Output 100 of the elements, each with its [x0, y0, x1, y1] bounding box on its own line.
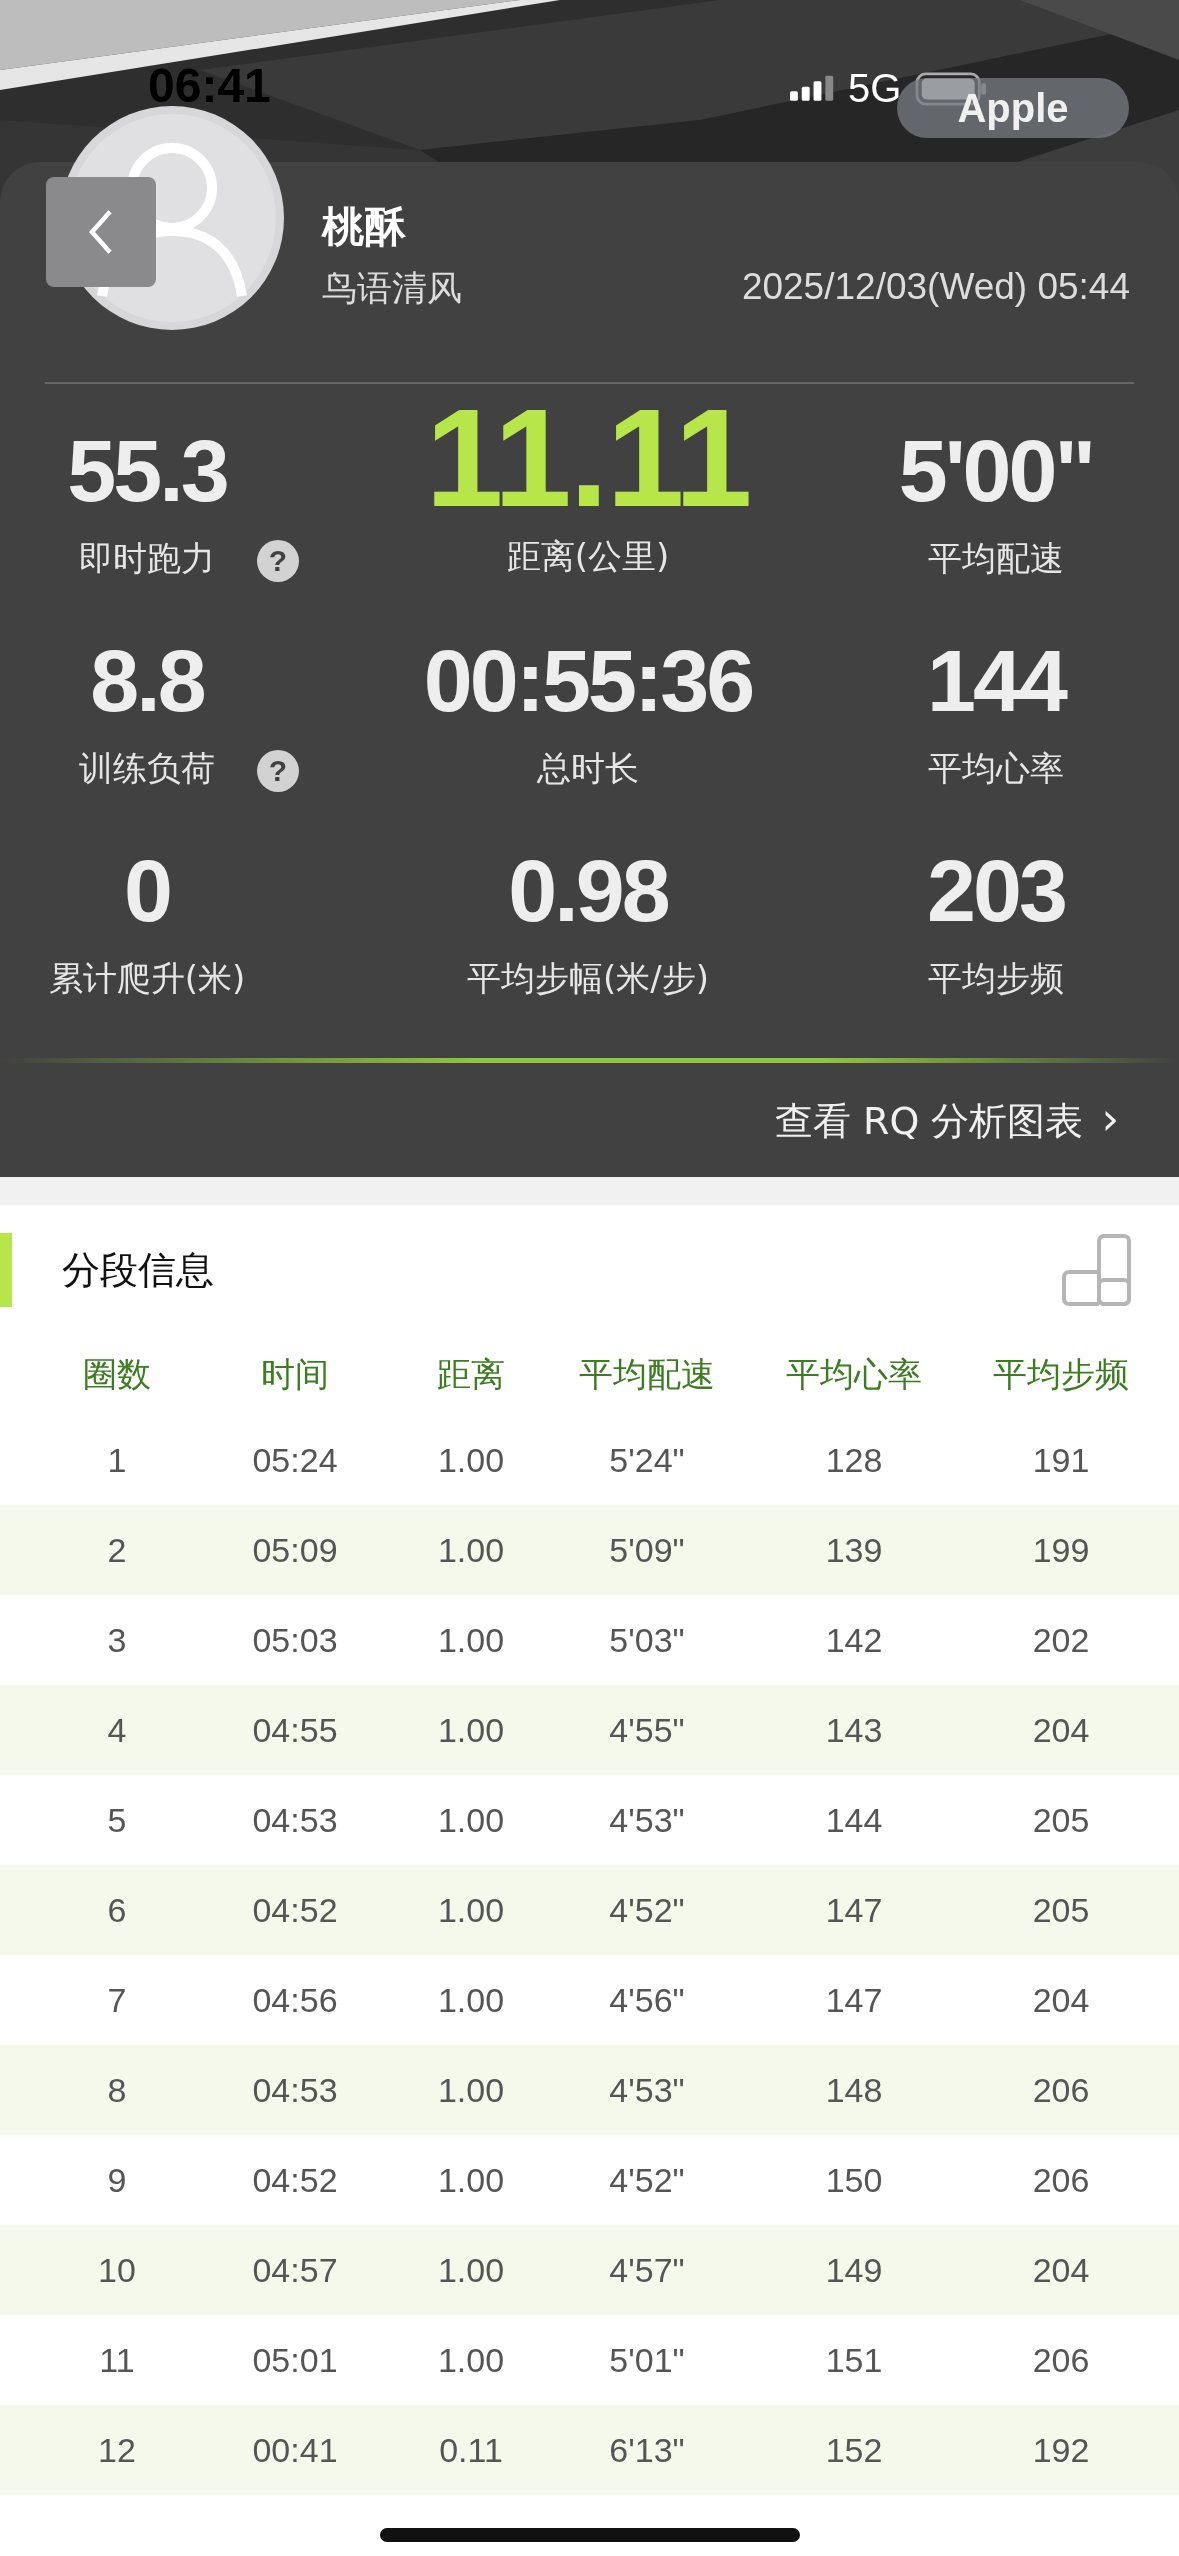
- table-cell: 150: [825, 2160, 883, 2200]
- table-cell: 205: [1032, 1890, 1090, 1930]
- table-cell: 04:52: [252, 1890, 338, 1930]
- column-header: 距离: [437, 1353, 505, 1396]
- table-cell: 1.00: [437, 2340, 505, 2380]
- stat-label: 累计爬升(米): [48, 957, 246, 1000]
- table-cell: 04:53: [252, 2070, 338, 2110]
- table-cell: 5'03": [609, 1620, 685, 1660]
- table-cell: 3: [107, 1620, 127, 1660]
- column-header: 平均步频: [993, 1353, 1129, 1396]
- table-cell: 5'01": [609, 2340, 685, 2380]
- table-cell: 152: [825, 2430, 883, 2470]
- activity-datetime: 2025/12/03(Wed) 05:44: [741, 266, 1130, 308]
- stat-label: 平均心率: [928, 747, 1064, 790]
- table-cell: 147: [825, 1890, 883, 1930]
- table-cell: 1.00: [437, 1620, 505, 1660]
- table-cell: 05:24: [252, 1440, 338, 1480]
- table-cell: 144: [825, 1800, 883, 1840]
- table-cell: 05:01: [252, 2340, 338, 2380]
- section-title: 分段信息: [62, 1246, 214, 1294]
- table-cell: 00:41: [252, 2430, 338, 2470]
- table-cell: 4: [107, 1710, 127, 1750]
- table-cell: 1.00: [437, 1980, 505, 2020]
- table-cell: 151: [825, 2340, 883, 2380]
- table-cell: 204: [1032, 2250, 1090, 2290]
- table-cell: 205: [1032, 1800, 1090, 1840]
- table-cell: 4'52": [609, 1890, 685, 1930]
- table-cell: 206: [1032, 2070, 1090, 2110]
- table-cell: 4'53": [609, 2070, 685, 2110]
- rotate-icon[interactable]: [1061, 1234, 1133, 1306]
- stat-label: 平均步频: [928, 957, 1064, 1000]
- table-cell: 1.00: [437, 2160, 505, 2200]
- stat-label: 平均配速: [928, 537, 1064, 580]
- user-subtitle: 鸟语清风: [322, 267, 462, 310]
- table-cell: 206: [1032, 2160, 1090, 2200]
- stat-value: 203: [927, 840, 1065, 942]
- column-header: 平均配速: [579, 1353, 715, 1396]
- table-cell: 206: [1032, 2340, 1090, 2380]
- table-cell: 4'55": [609, 1710, 685, 1750]
- stat-value: 00:55:36: [423, 630, 753, 732]
- table-cell: 4'52": [609, 2160, 685, 2200]
- stat-label: 训练负荷: [79, 747, 215, 790]
- stat-value: 55.3: [67, 420, 227, 522]
- table-cell: 1: [107, 1440, 127, 1480]
- table-cell: 10: [98, 2250, 136, 2290]
- table-cell: 1.00: [437, 2250, 505, 2290]
- table-cell: 1.00: [437, 1890, 505, 1930]
- table-cell: 12: [98, 2430, 136, 2470]
- status-time: 06:41: [148, 58, 271, 113]
- table-cell: 5'24": [609, 1440, 685, 1480]
- table-cell: 1.00: [437, 1800, 505, 1840]
- table-cell: 4'57": [609, 2250, 685, 2290]
- table-cell: 05:09: [252, 1530, 338, 1570]
- back-button[interactable]: [46, 177, 156, 287]
- table-cell: 5: [107, 1800, 127, 1840]
- table-cell: 5'09": [609, 1530, 685, 1570]
- table-cell: 1.00: [437, 2070, 505, 2110]
- help-icon[interactable]: ?: [257, 750, 299, 792]
- table-cell: 1.00: [437, 1440, 505, 1480]
- table-cell: 202: [1032, 1620, 1090, 1660]
- table-cell: 2: [107, 1530, 127, 1570]
- table-cell: 128: [825, 1440, 883, 1480]
- stat-value: 0.98: [508, 840, 668, 942]
- table-cell: 1.00: [437, 1530, 505, 1570]
- table-cell: 04:53: [252, 1800, 338, 1840]
- table-cell: 204: [1032, 1710, 1090, 1750]
- stat-value: 5'00": [898, 420, 1094, 522]
- stat-label: 总时长: [537, 747, 639, 790]
- table-cell: 142: [825, 1620, 883, 1660]
- table-cell: 1.00: [437, 1710, 505, 1750]
- help-icon[interactable]: ?: [257, 540, 299, 582]
- stat-value: 144: [927, 630, 1065, 732]
- table-cell: 191: [1032, 1440, 1090, 1480]
- table-cell: 04:52: [252, 2160, 338, 2200]
- stat-value: 0: [124, 840, 170, 942]
- table-cell: 04:57: [252, 2250, 338, 2290]
- table-cell: 147: [825, 1980, 883, 2020]
- stat-label: 即时跑力: [79, 537, 215, 580]
- user-name: 桃酥: [322, 201, 407, 253]
- table-cell: 192: [1032, 2430, 1090, 2470]
- table-cell: 148: [825, 2070, 883, 2110]
- stat-value: 8.8: [90, 630, 204, 732]
- table-cell: 4'56": [609, 1980, 685, 2020]
- analysis-link[interactable]: 查看 RQ 分析图表 ›: [774, 1093, 1119, 1147]
- table-cell: 04:56: [252, 1980, 338, 2020]
- table-cell: 149: [825, 2250, 883, 2290]
- table-cell: 11: [99, 2340, 135, 2380]
- stat-value: 11.11: [425, 388, 751, 528]
- column-header: 圈数: [83, 1353, 151, 1396]
- table-cell: 05:03: [252, 1620, 338, 1660]
- table-cell: 139: [825, 1530, 883, 1570]
- table-cell: 204: [1032, 1980, 1090, 2020]
- stat-label: 平均步幅(米/步): [467, 957, 709, 1000]
- column-header: 时间: [261, 1353, 329, 1396]
- stat-label: 距离(公里): [506, 535, 670, 578]
- table-cell: 143: [825, 1710, 883, 1750]
- table-cell: 9: [107, 2160, 127, 2200]
- table-cell: 4'53": [609, 1800, 685, 1840]
- table-cell: 7: [107, 1980, 127, 2020]
- table-cell: 6'13": [609, 2430, 685, 2470]
